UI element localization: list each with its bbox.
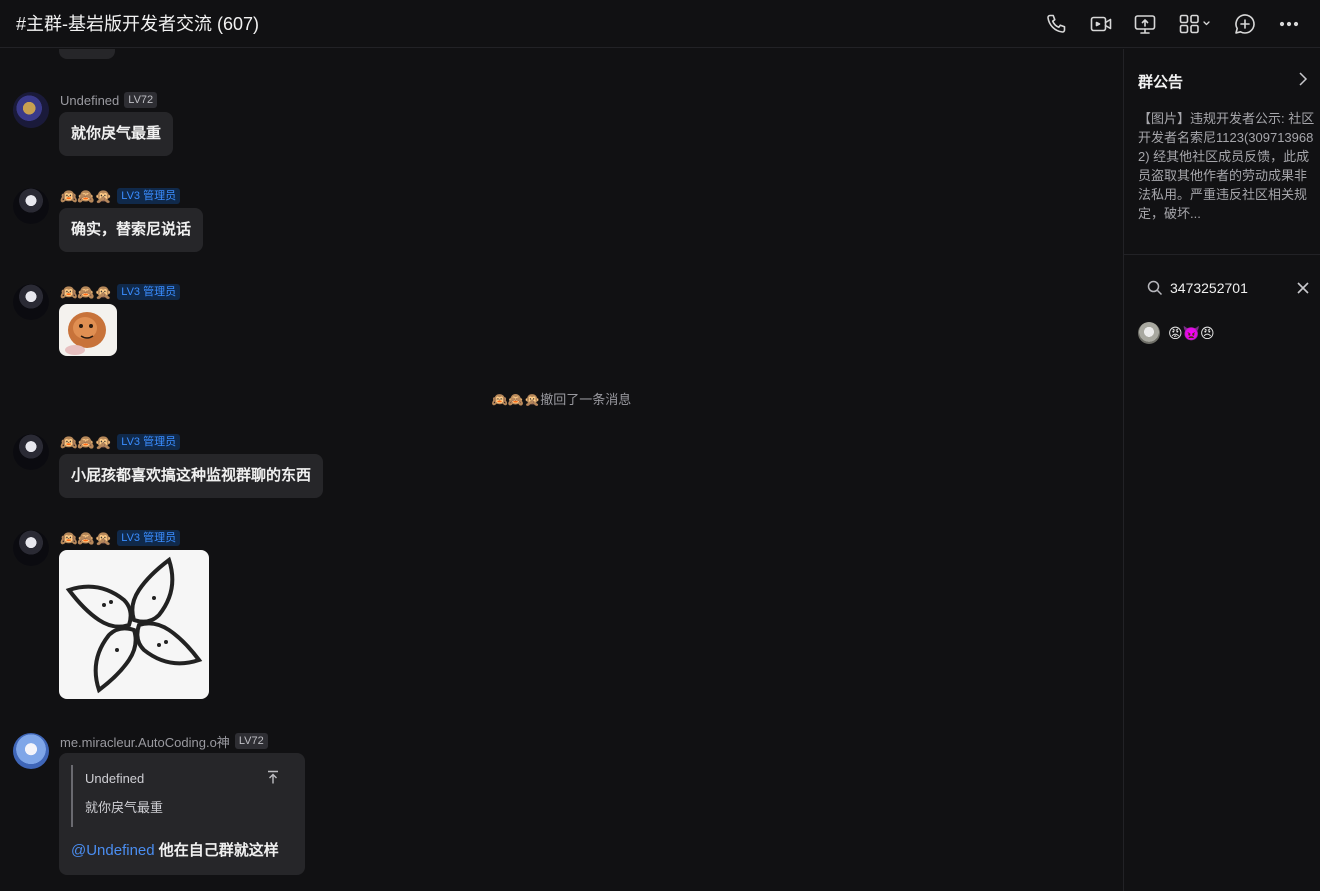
notice-sender[interactable]: 🙉🙈🙊: [492, 392, 541, 407]
announcement-title[interactable]: 群公告: [1138, 71, 1183, 92]
reply-message-bubble[interactable]: Undefined 就你戾气最重 @Undefined 他在自己群就这样: [59, 753, 305, 875]
phone-icon[interactable]: [1042, 9, 1072, 39]
admin-badge: LV3 管理员: [117, 284, 181, 300]
level-badge: LV72: [124, 92, 158, 108]
admin-badge: LV3 管理员: [117, 188, 181, 204]
top-bar: #主群-基岩版开发者交流 (607): [0, 0, 1320, 48]
add-icon[interactable]: [1230, 9, 1260, 39]
jump-to-original-icon[interactable]: [265, 769, 281, 785]
avatar[interactable]: [13, 188, 49, 224]
sender-name[interactable]: 🙉🙈🙊: [60, 433, 112, 451]
avatar[interactable]: [13, 733, 49, 769]
avatar: [1138, 322, 1160, 344]
chat-area[interactable]: Undefined LV72 就你戾气最重 🙉🙈🙊 LV3 管理员 确实，替索尼…: [0, 49, 1123, 891]
quoted-sender: Undefined: [85, 771, 145, 786]
chevron-right-icon[interactable]: [1296, 71, 1310, 87]
sender-name[interactable]: 🙉🙈🙊: [60, 283, 112, 301]
quoted-text: 就你戾气最重: [85, 800, 164, 815]
right-sidebar: 群公告 【图片】违规开发者公示: 社区开发者名索尼1123(3097139682…: [1123, 49, 1320, 891]
level-badge: LV72: [234, 733, 268, 749]
chat-title: #主群-基岩版开发者交流 (607): [16, 14, 260, 34]
more-icon[interactable]: [1274, 9, 1304, 39]
search-icon: [1146, 279, 1164, 297]
screen-share-icon[interactable]: [1130, 9, 1160, 39]
search-result-item[interactable]: 😡👿😠: [1138, 321, 1215, 345]
message-bubble[interactable]: 确实，替索尼说话: [59, 208, 204, 252]
avatar[interactable]: [13, 434, 49, 470]
message-bubble[interactable]: 小屁孩都喜欢搞这种监视群聊的东西: [59, 454, 324, 498]
result-name: 😡👿😠: [1168, 324, 1215, 341]
toolbar: [1042, 9, 1304, 39]
apps-icon[interactable]: [1174, 9, 1216, 39]
sticker-image[interactable]: [59, 550, 209, 699]
sender-name[interactable]: Undefined: [60, 93, 119, 108]
announcement-body[interactable]: 【图片】违规开发者公示: 社区开发者名索尼1123(3097139682) 经其…: [1138, 109, 1316, 229]
member-search-input[interactable]: [1170, 277, 1290, 299]
message-bubble[interactable]: 就你戾气最重: [59, 112, 174, 156]
divider: [1124, 254, 1320, 255]
reply-text: @Undefined 他在自己群就这样: [71, 839, 279, 863]
admin-badge: LV3 管理员: [117, 434, 181, 450]
recall-notice: 🙉🙈🙊撤回了一条消息: [0, 389, 1123, 408]
close-icon[interactable]: [1294, 279, 1312, 297]
sender-name[interactable]: 🙉🙈🙊: [60, 187, 112, 205]
quoted-message[interactable]: Undefined 就你戾气最重: [71, 765, 293, 827]
avatar[interactable]: [13, 92, 49, 128]
sender-name[interactable]: me.miracleur.AutoCoding.o神: [60, 732, 230, 751]
avatar[interactable]: [13, 530, 49, 566]
reply-body: 他在自己群就这样: [154, 842, 279, 859]
sticker-image[interactable]: [59, 304, 117, 356]
avatar[interactable]: [13, 284, 49, 320]
video-icon[interactable]: [1086, 9, 1116, 39]
message-bubble-clipped: [59, 49, 115, 59]
mention-link[interactable]: @Undefined: [71, 842, 155, 859]
sender-name[interactable]: 🙉🙈🙊: [60, 529, 112, 547]
admin-badge: LV3 管理员: [117, 530, 181, 546]
notice-text: 撤回了一条消息: [540, 392, 632, 407]
